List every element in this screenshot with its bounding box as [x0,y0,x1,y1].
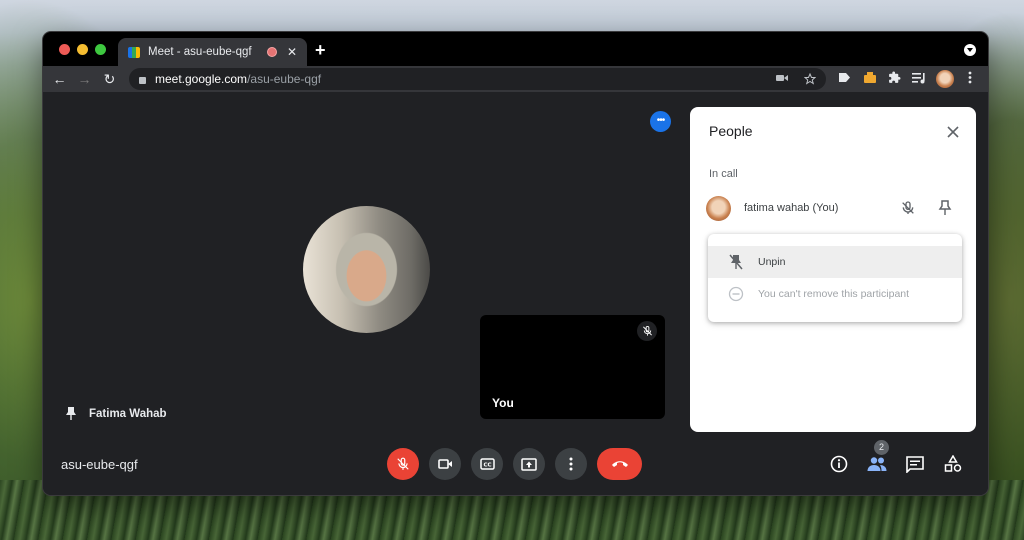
box-extension-icon[interactable] [863,71,877,84]
self-view-tile[interactable]: You [480,315,665,419]
menu-item-unpin[interactable]: Unpin [708,246,962,278]
url-host: meet.google.com [155,72,248,86]
more-options-button[interactable] [555,448,587,480]
camera-icon [437,459,452,469]
browser-window: Meet - asu-eube-qgf ✕ + ← → ↻ meet.googl… [43,32,988,495]
menu-item-label: You can't remove this participant [758,288,910,300]
toggle-microphone-button[interactable] [387,448,419,480]
info-icon [830,455,848,473]
call-controls: CC [387,448,642,480]
mic-off-indicator [637,321,657,341]
svg-text:CC: CC [483,463,491,469]
people-panel: People In call fatima wahab (You) Unpin [690,107,976,432]
participant-row[interactable]: fatima wahab (You) [706,195,960,221]
kebab-menu-icon [569,457,573,471]
mic-off-icon [902,201,914,214]
menu-item-remove-participant: You can't remove this participant [708,278,962,310]
close-panel-button[interactable] [946,125,960,139]
meeting-details-button[interactable] [829,454,849,474]
tile-options-button[interactable]: ••• [650,111,671,132]
in-call-section-label: In call [709,168,738,180]
browser-toolbar: ← → ↻ meet.google.com/asu-eube-qgf [43,66,988,92]
back-button[interactable]: ← [47,71,72,87]
reload-button[interactable]: ↻ [97,71,122,88]
camera-icon[interactable] [776,73,788,83]
side-panel-controls: 2 [829,440,963,474]
people-icon [867,457,887,471]
tab-close-icon[interactable]: ✕ [287,45,297,59]
meet-favicon-icon [128,46,140,58]
mic-off-icon [642,325,652,336]
present-icon [521,457,537,471]
profile-avatar[interactable] [936,70,954,88]
playlist-icon[interactable] [912,71,926,84]
captions-button[interactable]: CC [471,448,503,480]
chat-button[interactable] [905,454,925,474]
lock-icon[interactable] [139,76,146,84]
menu-item-label: Unpin [758,256,786,268]
participant-options-menu: Unpin You can't remove this participant [708,234,962,322]
participant-avatar [706,195,731,221]
pin-participant-button[interactable] [938,200,952,216]
activities-icon [944,455,962,472]
maximize-window-button[interactable] [95,44,106,55]
new-tab-button[interactable]: + [315,40,326,61]
present-screen-button[interactable] [513,448,545,480]
activities-button[interactable] [943,454,963,474]
people-button[interactable]: 2 [867,440,889,474]
puzzle-extension-icon[interactable] [888,71,901,84]
people-panel-title: People [709,123,753,139]
pinned-participant-name: Fatima Wahab [89,407,167,420]
address-bar[interactable]: meet.google.com/asu-eube-qgf [129,68,826,90]
recording-icon [266,47,277,57]
participant-video-avatar [303,206,430,333]
mic-off-icon [397,457,409,470]
meet-stage: ••• Fatima Wahab You asu-eube-qgf CC 2 P… [43,92,988,495]
unpin-icon [728,254,744,270]
tab-title: Meet - asu-eube-qgf [148,46,252,58]
close-window-button[interactable] [59,44,70,55]
tab-search-icon[interactable] [964,44,976,56]
minimize-window-button[interactable] [77,44,88,55]
pin-icon [66,407,76,420]
tag-extension-icon[interactable] [838,71,851,84]
participant-name: fatima wahab (You) [744,202,839,214]
forward-button[interactable]: → [72,71,97,87]
participant-count-badge: 2 [874,440,889,455]
url-path: /asu-eube-qgf [247,72,322,86]
leave-call-button[interactable] [597,448,642,480]
window-controls [59,44,106,55]
hang-up-icon [611,461,628,467]
self-view-label: You [492,396,514,410]
meeting-code: asu-eube-qgf [61,457,138,472]
toggle-camera-button[interactable] [429,448,461,480]
tab-strip: Meet - asu-eube-qgf ✕ + [43,32,988,66]
browser-tab-meet[interactable]: Meet - asu-eube-qgf ✕ [118,38,307,66]
chat-icon [906,455,924,473]
closed-captions-icon: CC [479,458,495,470]
pinned-participant-label: Fatima Wahab [65,406,167,421]
star-icon[interactable] [804,73,816,85]
remove-icon [728,286,744,302]
kebab-menu-icon[interactable] [968,71,972,84]
